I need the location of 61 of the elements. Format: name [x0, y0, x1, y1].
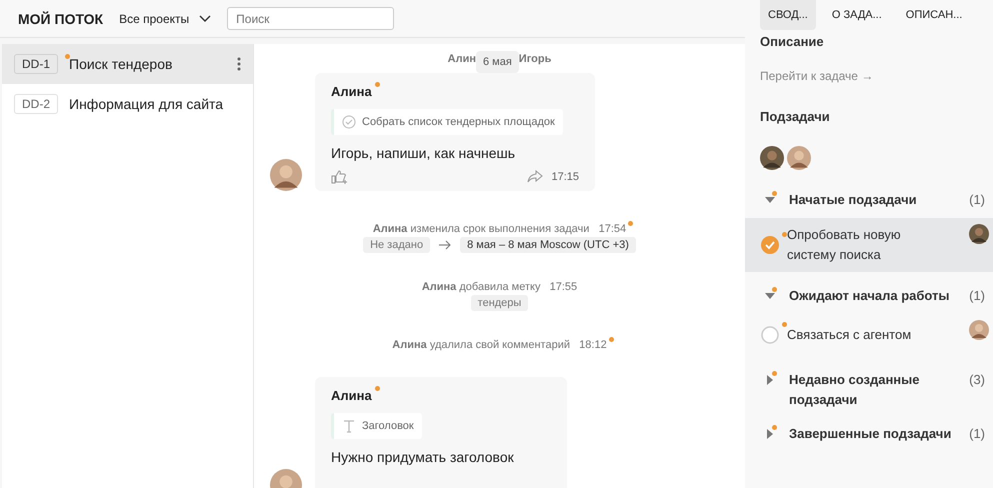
quote-text: Собрать список тендерных площадок	[362, 116, 555, 128]
task-key: DD-1	[14, 54, 58, 74]
section-title: Подзадачи	[759, 109, 831, 124]
date-chip: 6 мая	[476, 51, 519, 73]
comment-author: Алина	[331, 84, 372, 99]
task-title: Информация для сайта	[69, 96, 224, 112]
event-text: Алина удалила свой комментарий 18:12	[392, 339, 607, 351]
panel-tab[interactable]: ОПИСАН...	[898, 0, 970, 30]
check-circle-icon[interactable]	[761, 236, 779, 254]
new-value: 8 мая – 8 мая Moscow (UTC +3)	[460, 237, 636, 253]
group-count: (1)	[969, 191, 985, 209]
task-key: DD-2	[14, 94, 58, 114]
subtask-item[interactable]: Опробовать новую систему поиска	[745, 218, 993, 272]
quoted-item[interactable]: Заголовок	[331, 413, 422, 439]
participant-name: Игорь	[518, 53, 552, 65]
group-title: Завершенные подзадачи	[789, 425, 952, 443]
subtask-group[interactable]: Начатые подзадачи (1)	[745, 176, 993, 218]
comment-author: Алина	[331, 388, 372, 403]
check-circle-icon	[342, 115, 356, 129]
comment-time: 17:15	[551, 171, 579, 183]
comment-text: Игорь, напиши, как начнешь	[331, 145, 516, 161]
text-icon	[342, 419, 356, 433]
avatar-icon	[787, 146, 811, 170]
group-count: (1)	[969, 287, 985, 305]
panel-tab[interactable]: О ЗАДА...	[824, 0, 890, 30]
subtask-item[interactable]: Связаться с агентом	[745, 314, 993, 356]
arrow-icon	[438, 240, 452, 250]
panel-tab[interactable]: СВОД...	[760, 0, 816, 30]
avatar-icon	[270, 159, 302, 191]
subtask-title: Связаться с агентом	[787, 326, 912, 344]
subtask-group[interactable]: Ожидают начала работы (1)	[745, 272, 993, 314]
chevron-down-icon	[199, 14, 212, 22]
group-title: Ожидают начала работы	[789, 287, 950, 305]
group-count: (1)	[969, 425, 985, 443]
avatar-icon	[969, 320, 989, 340]
subtask-title: Опробовать новую систему поиска	[787, 226, 902, 264]
share-icon[interactable]	[527, 170, 544, 184]
more-icon[interactable]	[237, 57, 241, 71]
page-title: МОЙ ПОТОК	[18, 10, 104, 26]
event-text: Алина изменила срок выполнения задачи 17:54	[372, 223, 626, 235]
event-text: Алина добавила метку 17:55	[422, 281, 578, 293]
task-item[interactable]: DD-1 Поиск тендеров	[2, 44, 253, 84]
subtask-group[interactable]: Завершенные подзадачи (1)	[745, 410, 993, 452]
group-count: (3)	[969, 371, 985, 389]
search-field[interactable]: Поиск	[227, 7, 394, 30]
group-title: Недавно созданные подзадачи	[789, 371, 920, 409]
comment-text: Нужно придумать заголовок	[331, 449, 515, 465]
avatar-icon	[969, 224, 989, 244]
subtask-group[interactable]: Недавно созданные подзадачи (3)	[745, 356, 993, 410]
section-title: Описание	[759, 34, 825, 49]
circle-icon[interactable]	[761, 326, 779, 344]
quoted-item[interactable]: Собрать список тендерных площадок	[331, 109, 563, 135]
like-icon[interactable]	[331, 169, 349, 185]
quote-text: Заголовок	[362, 420, 414, 432]
group-title: Начатые подзадачи	[789, 191, 918, 209]
participant-name: Алин	[448, 53, 476, 65]
project-dropdown[interactable]: Все проекты	[119, 12, 212, 26]
old-value: Не задано	[363, 237, 430, 253]
avatar-icon	[760, 146, 784, 170]
tag[interactable]: тендеры	[470, 295, 528, 311]
task-title: Поиск тендеров	[69, 56, 237, 72]
